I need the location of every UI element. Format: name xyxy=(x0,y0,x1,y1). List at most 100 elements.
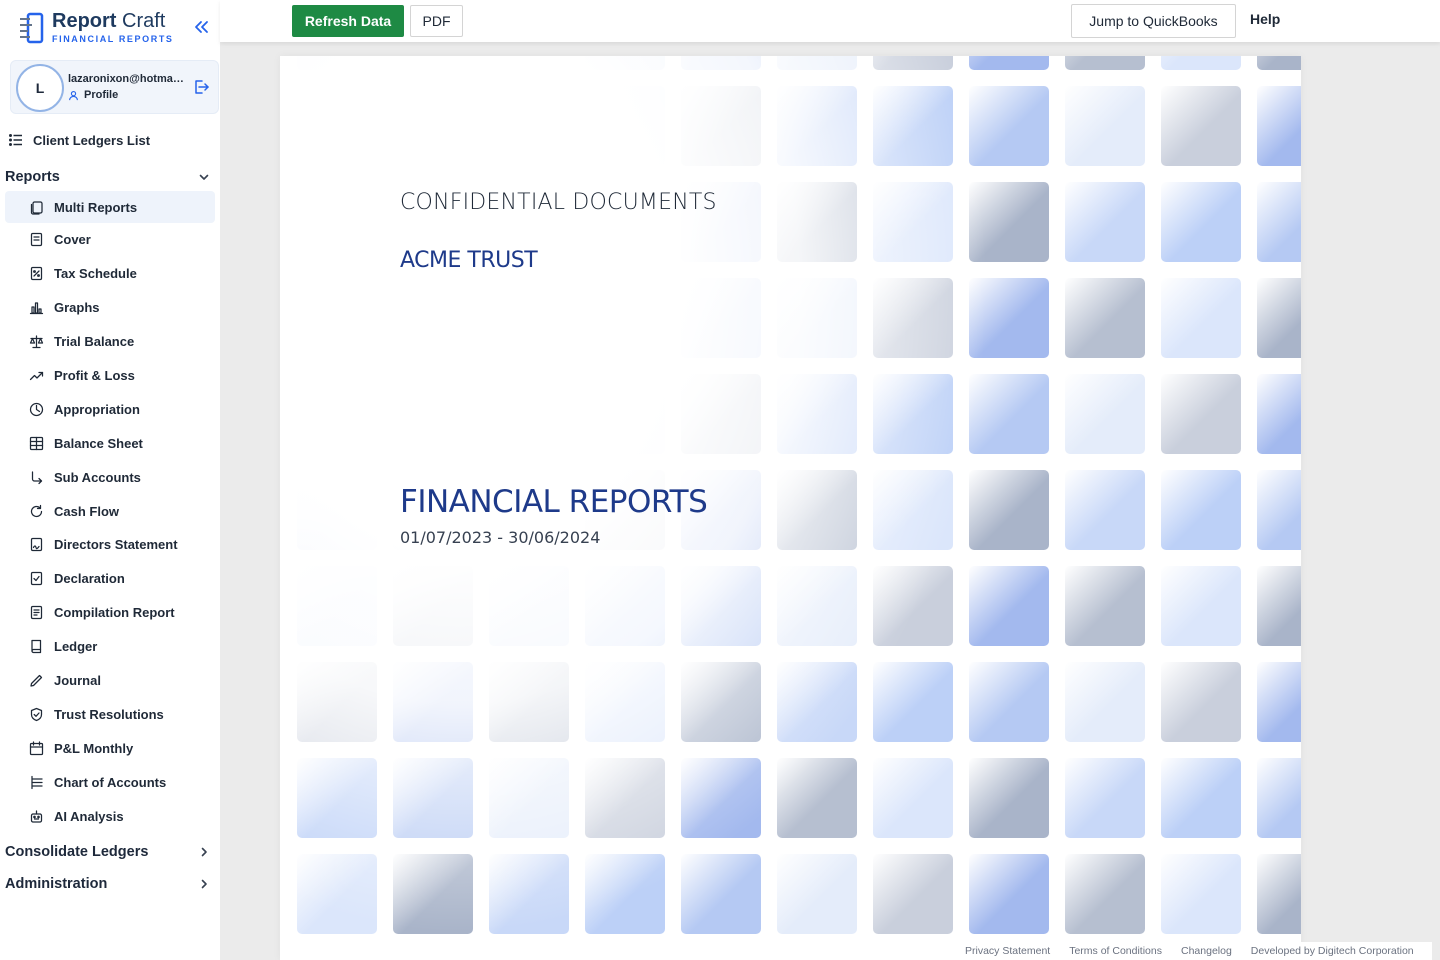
decorative-tile xyxy=(873,758,953,838)
collapse-sidebar-icon[interactable] xyxy=(191,17,211,37)
pdf-button[interactable]: PDF xyxy=(410,5,463,37)
sidebar-item-journal[interactable]: Journal xyxy=(5,664,215,698)
sidebar-item-directors-statement[interactable]: Directors Statement xyxy=(5,528,215,562)
decorative-tile xyxy=(873,182,953,262)
decorative-tile xyxy=(297,758,377,838)
sidebar-item-graphs[interactable]: Graphs xyxy=(5,291,215,325)
terms-link[interactable]: Terms of Conditions xyxy=(1069,945,1162,957)
decorative-tile xyxy=(1065,470,1145,550)
refresh-data-button[interactable]: Refresh Data xyxy=(292,5,404,37)
sidebar-item-sub-accounts[interactable]: Sub Accounts xyxy=(5,460,215,494)
sidebar-item-multi-reports[interactable]: Multi Reports xyxy=(5,191,215,223)
decorative-tile xyxy=(969,470,1049,550)
sidebar-item-declaration[interactable]: Declaration xyxy=(5,562,215,596)
shield-check-icon xyxy=(30,707,43,722)
decorative-tile xyxy=(585,758,665,838)
decorative-tile xyxy=(1161,278,1241,358)
decorative-tile xyxy=(777,854,857,934)
decorative-tile xyxy=(585,56,665,70)
help-link[interactable]: Help xyxy=(1250,11,1280,27)
sidebar-item-ai-analysis[interactable]: AI Analysis xyxy=(5,799,215,833)
sidebar-item-label: Journal xyxy=(54,673,101,689)
jump-to-quickbooks-button[interactable]: Jump to QuickBooks xyxy=(1071,4,1236,38)
decorative-tile xyxy=(297,566,377,646)
pencil-icon xyxy=(30,674,43,687)
decorative-tile xyxy=(1161,374,1241,454)
sidebar-item-cover[interactable]: Cover xyxy=(5,223,215,257)
decorative-tile xyxy=(585,854,665,934)
decorative-tile xyxy=(393,854,473,934)
decorative-tile xyxy=(873,374,953,454)
avatar[interactable]: L xyxy=(16,64,64,112)
sidebar-item-chart-of-accounts[interactable]: Chart of Accounts xyxy=(5,765,215,799)
decorative-tile xyxy=(1065,566,1145,646)
decorative-tile xyxy=(1257,758,1301,838)
sidebar-item-ledger[interactable]: Ledger xyxy=(5,630,215,664)
reports-label: Reports xyxy=(5,169,60,185)
section-reports[interactable]: Reports xyxy=(5,166,215,188)
sidebar-item-cash-flow[interactable]: Cash Flow xyxy=(5,494,215,528)
changelog-link[interactable]: Changelog xyxy=(1181,945,1232,957)
decorative-tile xyxy=(393,56,473,70)
decorative-tile xyxy=(1065,374,1145,454)
decorative-tile xyxy=(777,182,857,262)
decorative-tile xyxy=(489,566,569,646)
decorative-tile xyxy=(681,86,761,166)
developer-credit[interactable]: Developed by Digitech Corporation xyxy=(1251,945,1414,957)
decorative-tile xyxy=(1161,470,1241,550)
entity-name: ACME TRUST xyxy=(400,248,538,273)
report-title: FINANCIAL REPORTS xyxy=(400,484,708,520)
sidebar-item-pandl-monthly[interactable]: P&L Monthly xyxy=(5,731,215,765)
document-icon xyxy=(30,233,43,247)
sidebar-item-appropriation[interactable]: Appropriation xyxy=(5,392,215,426)
sidebar-item-trust-resolutions[interactable]: Trust Resolutions xyxy=(5,697,215,731)
user-icon xyxy=(69,90,78,100)
decorative-tile xyxy=(681,758,761,838)
reports-menu: Multi Reports Cover Tax Schedule Graphs Tria… xyxy=(5,190,215,833)
decorative-tile xyxy=(873,278,953,358)
decorative-tile xyxy=(1065,278,1145,358)
sidebar-item-label: Declaration xyxy=(54,571,125,587)
decorative-tile xyxy=(681,854,761,934)
logout-icon[interactable] xyxy=(192,78,210,96)
sidebar-item-label: Trust Resolutions xyxy=(54,706,164,722)
decorative-tile xyxy=(1065,56,1145,70)
list-icon xyxy=(9,134,22,146)
sidebar-item-label: Sub Accounts xyxy=(54,469,141,485)
decorative-tile xyxy=(1161,566,1241,646)
sidebar-item-trial-balance[interactable]: Trial Balance xyxy=(5,325,215,359)
privacy-statement-link[interactable]: Privacy Statement xyxy=(965,945,1050,957)
pie-clock-icon xyxy=(29,402,44,417)
sidebar-item-tax-schedule[interactable]: Tax Schedule xyxy=(5,257,215,291)
section-administration[interactable]: Administration xyxy=(5,873,215,895)
trending-up-icon xyxy=(29,371,44,381)
calendar-icon xyxy=(29,741,44,755)
sidebar-item-client-ledgers[interactable]: Client Ledgers List xyxy=(9,130,150,150)
decorative-tile xyxy=(1161,56,1241,70)
decorative-tile xyxy=(777,86,857,166)
sidebar-item-label: Graphs xyxy=(54,300,100,316)
sidebar-item-profit-and-loss[interactable]: Profit & Loss xyxy=(5,359,215,393)
decorative-tile xyxy=(1257,278,1301,358)
report-period: 01/07/2023 - 30/06/2024 xyxy=(400,528,601,547)
sidebar: Report Craft FINANCIAL REPORTS L lazaron… xyxy=(0,0,220,960)
profile-link[interactable]: Profile xyxy=(68,89,118,101)
sidebar-item-label: Multi Reports xyxy=(54,199,138,215)
decorative-tile xyxy=(489,854,569,934)
sidebar-item-compilation-report[interactable]: Compilation Report xyxy=(5,596,215,630)
sidebar-item-label: Cover xyxy=(54,232,91,248)
sidebar-item-label: Compilation Report xyxy=(54,605,175,621)
consolidate-label: Consolidate Ledgers xyxy=(5,844,149,860)
refresh-icon xyxy=(30,504,43,517)
chevron-right-icon xyxy=(201,847,207,857)
decorative-tile xyxy=(489,662,569,742)
decorative-tile xyxy=(393,374,473,454)
section-consolidate-ledgers[interactable]: Consolidate Ledgers xyxy=(5,841,215,863)
sidebar-item-label: Tax Schedule xyxy=(54,266,137,282)
bar-chart-icon xyxy=(29,302,44,315)
corner-down-right-icon xyxy=(31,471,43,484)
sidebar-item-balance-sheet[interactable]: Balance Sheet xyxy=(5,426,215,460)
decorative-tile xyxy=(1257,182,1301,262)
decorative-tile xyxy=(585,278,665,358)
decorative-tile xyxy=(1065,86,1145,166)
